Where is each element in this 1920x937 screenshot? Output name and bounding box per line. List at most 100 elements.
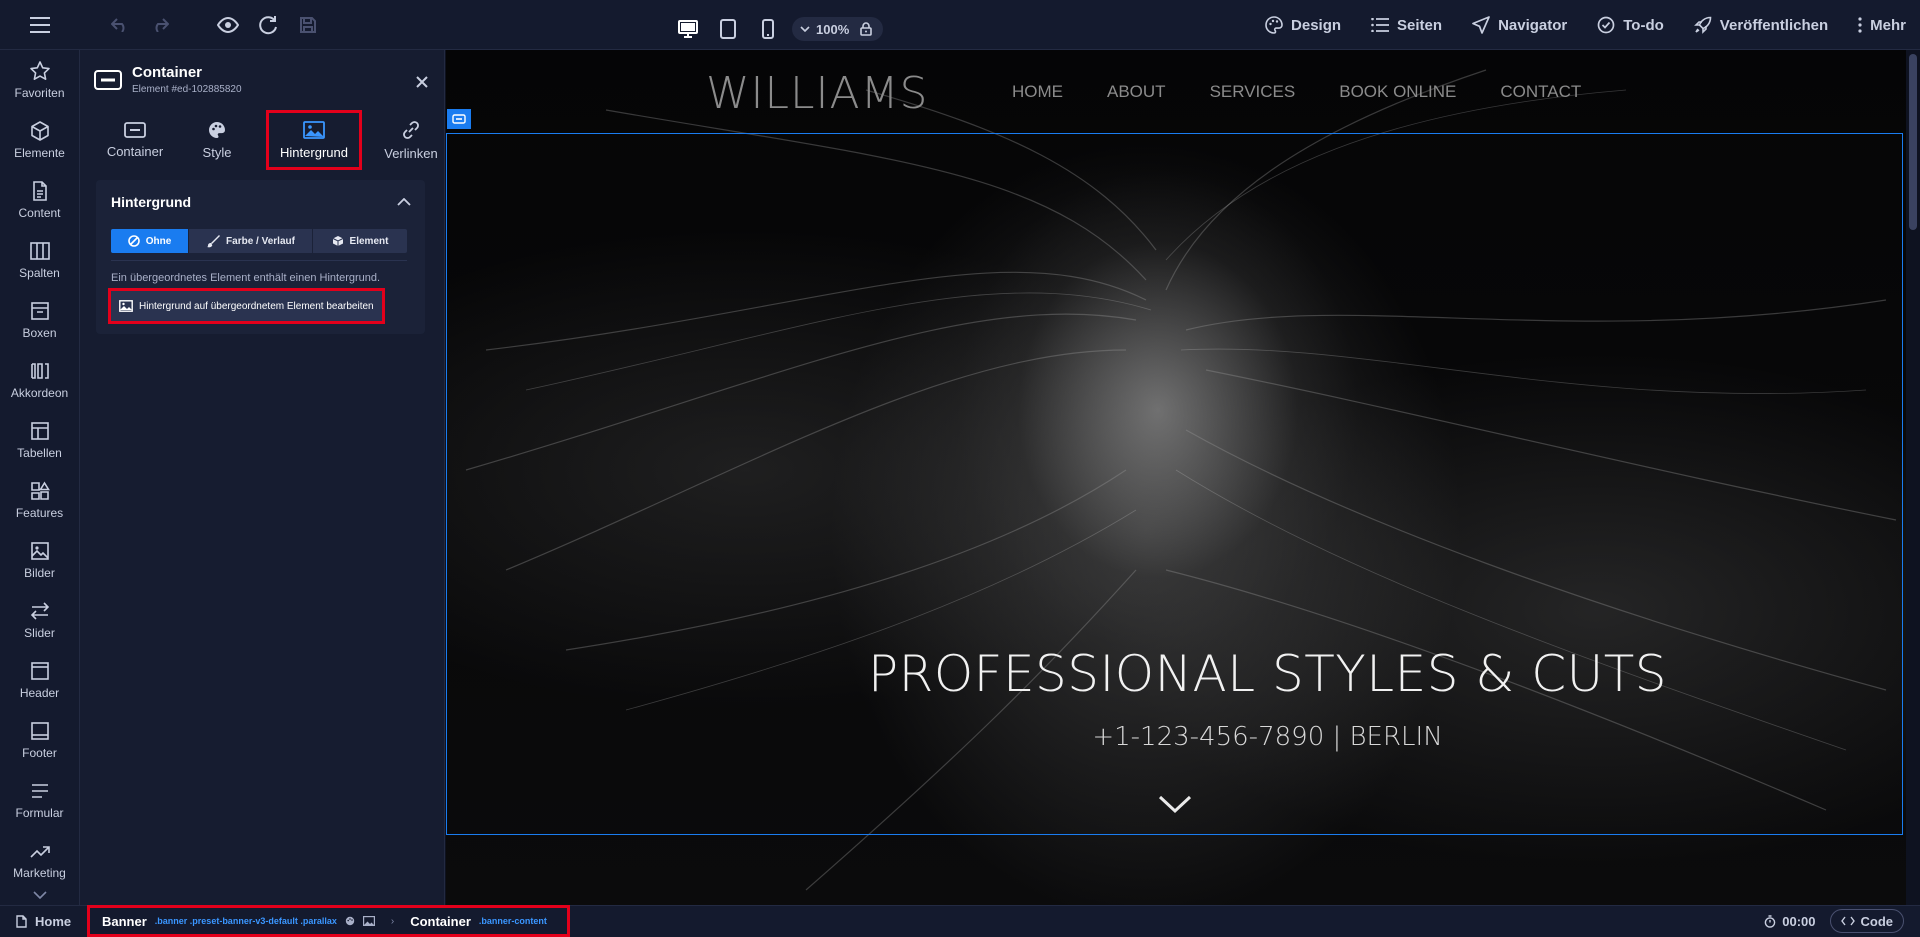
palette-icon	[209, 121, 225, 138]
chevron-up-icon[interactable]	[397, 198, 411, 206]
rail-item-formular[interactable]: Formular	[0, 770, 79, 830]
zoom-level: 100%	[816, 21, 850, 37]
background-type-segmented: Ohne Farbe / Verlauf Element	[111, 229, 407, 253]
more-vertical-icon	[1858, 17, 1862, 33]
element-breadcrumb: Banner .banner .preset-banner-v3-default…	[87, 905, 570, 937]
close-icon[interactable]	[412, 72, 432, 92]
box-icon	[30, 302, 49, 320]
tab-hintergrund[interactable]: Hintergrund	[266, 110, 362, 170]
cube-icon	[30, 121, 49, 141]
navigator-icon	[1472, 16, 1490, 34]
cube-icon	[332, 236, 343, 246]
site-logo[interactable]: WILLIAMS	[706, 68, 928, 119]
redo-icon[interactable]	[140, 5, 180, 45]
status-bar: Home Banner .banner .preset-banner-v3-de…	[0, 905, 1920, 937]
code-button[interactable]: Code	[1829, 909, 1904, 933]
todo-button[interactable]: To-do	[1597, 16, 1664, 34]
rail-item-boxen[interactable]: Boxen	[0, 290, 79, 350]
parent-background-info: Ein übergeordnetes Element enthält einen…	[111, 272, 381, 284]
breadcrumb-container-classes: .banner-content	[478, 916, 547, 926]
breadcrumb-container[interactable]: Container	[410, 914, 471, 929]
background-section: Hintergrund Ohne Farbe / Verlauf Element…	[96, 180, 425, 334]
site-nav-contact[interactable]: CONTACT	[1500, 82, 1581, 102]
star-icon	[29, 61, 50, 80]
rail-item-bilder[interactable]: Bilder	[0, 530, 79, 590]
refresh-icon[interactable]	[248, 5, 288, 45]
columns-icon	[29, 242, 50, 260]
save-icon[interactable]	[288, 5, 328, 45]
site-nav-services[interactable]: SERVICES	[1210, 82, 1296, 102]
scrollbar-thumb[interactable]	[1909, 54, 1917, 230]
tab-container[interactable]: Container	[94, 110, 176, 170]
edit-parent-background-button[interactable]: Hintergrund auf übergeordnetem Element b…	[108, 288, 385, 324]
option-ohne[interactable]: Ohne	[111, 229, 189, 253]
panel-subtitle: Element #ed-102885820	[132, 84, 242, 95]
tab-verlinken[interactable]: Verlinken	[370, 110, 452, 170]
container-icon	[94, 69, 122, 90]
option-farbe-verlauf[interactable]: Farbe / Verlauf	[189, 229, 313, 253]
page-canvas[interactable]: WILLIAMS HOME ABOUT SERVICES BOOK ONLINE…	[446, 50, 1906, 905]
site-nav-home[interactable]: HOME	[1012, 82, 1063, 102]
lock-icon[interactable]	[855, 18, 877, 40]
rail-item-header[interactable]: Header	[0, 650, 79, 710]
rail-scroll-down-icon[interactable]	[0, 891, 80, 899]
rail-item-spalten[interactable]: Spalten	[0, 230, 79, 290]
rail-item-tabellen[interactable]: Tabellen	[0, 410, 79, 470]
preview-eye-icon[interactable]	[208, 5, 248, 45]
status-bar-right: 00:00 Code	[1764, 909, 1904, 933]
breadcrumb-banner[interactable]: Banner	[102, 914, 147, 929]
image-icon	[30, 542, 49, 560]
rail-item-slider[interactable]: Slider	[0, 590, 79, 650]
seiten-button[interactable]: Seiten	[1371, 17, 1442, 34]
rail-item-footer[interactable]: Footer	[0, 710, 79, 770]
form-lines-icon	[31, 784, 48, 798]
hero-title[interactable]: PROFESSIONAL STYLES & CUTS	[446, 645, 1906, 703]
more-button[interactable]: Mehr	[1858, 17, 1906, 34]
mobile-view-icon[interactable]	[752, 9, 784, 49]
hero-subtitle[interactable]: +1-123-456-7890 | BERLIN	[446, 722, 1906, 752]
selected-container-badge[interactable]	[447, 109, 471, 129]
rail-item-favoriten[interactable]: Favoriten	[0, 50, 79, 110]
site-nav-about[interactable]: ABOUT	[1107, 82, 1166, 102]
section-divider	[111, 260, 407, 261]
rail-item-elemente[interactable]: Elemente	[0, 110, 79, 170]
panel-tabs: Container Style Hintergrund Verlinken	[94, 110, 452, 170]
table-icon	[30, 422, 49, 440]
zoom-control[interactable]: 100%	[792, 17, 884, 41]
option-element[interactable]: Element	[313, 229, 407, 253]
site-nav-links: HOME ABOUT SERVICES BOOK ONLINE CONTACT	[1012, 82, 1581, 102]
rail-item-marketing[interactable]: Marketing	[0, 830, 79, 890]
scroll-down-chevron-icon[interactable]	[1158, 794, 1192, 819]
panel-header: Container Element #ed-102885820	[94, 64, 242, 95]
viewport-switcher: 100%	[672, 9, 884, 49]
hamburger-menu-icon[interactable]	[20, 5, 60, 45]
panel-title: Container	[132, 64, 203, 81]
navigator-button[interactable]: Navigator	[1472, 16, 1567, 34]
rail-item-content[interactable]: Content	[0, 170, 79, 230]
page-icon	[16, 915, 27, 928]
undo-icon[interactable]	[100, 5, 140, 45]
document-icon	[32, 181, 47, 201]
breadcrumb-banner-classes: .banner .preset-banner-v3-default .paral…	[154, 916, 337, 926]
element-rail: Favoriten Elemente Content Spalten Boxen…	[0, 50, 80, 905]
canvas-scrollbar[interactable]	[1906, 50, 1920, 905]
stopwatch-icon	[1764, 914, 1776, 928]
tab-style[interactable]: Style	[176, 110, 258, 170]
tablet-view-icon[interactable]	[712, 9, 744, 49]
no-entry-icon	[127, 235, 140, 247]
desktop-view-icon[interactable]	[672, 9, 704, 49]
design-button[interactable]: Design	[1265, 16, 1341, 34]
trend-up-icon	[29, 846, 50, 858]
publish-button[interactable]: Veröffentlichen	[1693, 16, 1828, 34]
image-icon	[119, 300, 133, 312]
rail-item-features[interactable]: Features	[0, 470, 79, 530]
section-header[interactable]: Hintergrund	[96, 180, 425, 224]
accordion-icon	[30, 363, 49, 379]
section-title: Hintergrund	[111, 194, 192, 210]
top-bar-right: Design Seiten Navigator To-do Veröffentl…	[1265, 0, 1906, 50]
home-page-link[interactable]: Home	[16, 914, 71, 929]
list-icon	[1371, 18, 1390, 32]
rail-item-akkordeon[interactable]: Akkordeon	[0, 350, 79, 410]
header-layout-icon	[30, 662, 49, 680]
site-nav-book-online[interactable]: BOOK ONLINE	[1339, 82, 1456, 102]
